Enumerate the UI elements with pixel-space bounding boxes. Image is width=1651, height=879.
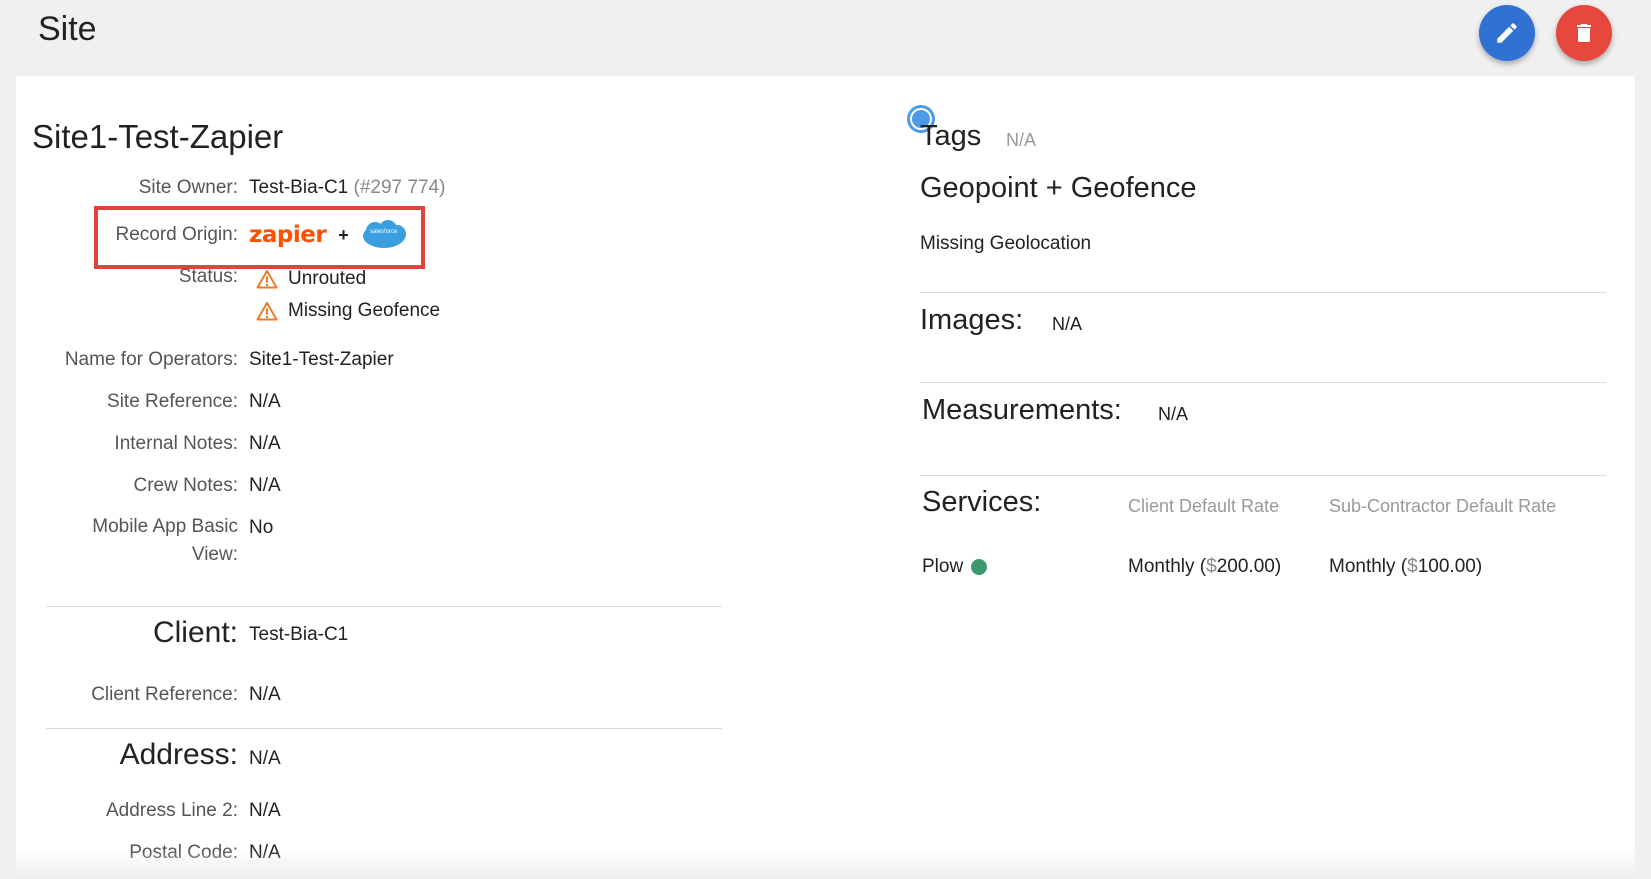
tags-label: Tags bbox=[920, 120, 982, 152]
site-details-card: Site1-Test-Zapier Site Owner: Test-Bia-C… bbox=[16, 76, 1635, 879]
warning-triangle-icon bbox=[256, 270, 278, 289]
divider bbox=[920, 292, 1606, 293]
site-reference-value: N/A bbox=[249, 391, 281, 412]
status-label: Status: bbox=[178, 266, 238, 287]
client-value[interactable]: Test-Bia-C1 bbox=[249, 624, 348, 646]
pencil-icon bbox=[1497, 23, 1517, 43]
mobile-basic-view-label: Mobile App Basic View: bbox=[92, 516, 238, 565]
service-client-rate: Monthly ($200.00) bbox=[1128, 556, 1282, 577]
warning-triangle-icon bbox=[256, 302, 278, 321]
measurements-value: N/A bbox=[1158, 404, 1189, 424]
crew-notes-value: N/A bbox=[249, 475, 281, 496]
top-bar: Site bbox=[0, 0, 1651, 76]
client-default-rate-header: Client Default Rate bbox=[1128, 496, 1280, 516]
salesforce-cloud-icon: salesforce bbox=[361, 219, 407, 251]
site-reference-label: Site Reference: bbox=[107, 391, 238, 412]
divider bbox=[46, 606, 722, 607]
origin-plus: + bbox=[338, 224, 349, 245]
divider bbox=[46, 728, 722, 729]
address-line2-value: N/A bbox=[249, 800, 281, 821]
crew-notes-label: Crew Notes: bbox=[133, 475, 238, 496]
site-owner-value[interactable]: Test-Bia-C1 bbox=[249, 177, 348, 198]
site-owner-id: (#297 774) bbox=[353, 177, 446, 198]
operators-name-label: Name for Operators: bbox=[64, 349, 238, 370]
service-active-indicator bbox=[971, 558, 988, 575]
trash-icon bbox=[1577, 24, 1591, 42]
record-origin-label: Record Origin: bbox=[115, 224, 239, 245]
edit-button[interactable] bbox=[1479, 5, 1535, 61]
geopoint-geofence-heading: Geopoint + Geofence bbox=[920, 172, 1197, 204]
site-name-heading: Site1-Test-Zapier bbox=[32, 118, 284, 155]
page-title: Site bbox=[38, 10, 97, 48]
internal-notes-value: N/A bbox=[249, 433, 281, 454]
delete-button[interactable] bbox=[1556, 5, 1612, 61]
bottom-fade bbox=[16, 850, 1635, 879]
subcontractor-default-rate-header: Sub-Contractor Default Rate bbox=[1329, 496, 1557, 516]
address-heading: Address: bbox=[119, 738, 238, 771]
client-reference-label: Client Reference: bbox=[91, 684, 238, 705]
zapier-logo: zapier bbox=[249, 222, 327, 248]
services-label: Services: bbox=[922, 486, 1042, 518]
address-value: N/A bbox=[249, 748, 281, 769]
site-owner-label: Site Owner: bbox=[138, 177, 238, 198]
client-heading: Client: bbox=[152, 616, 238, 649]
address-line2-label: Address Line 2: bbox=[105, 800, 238, 821]
status-missing-geofence: Missing Geofence bbox=[288, 300, 441, 321]
tags-value: N/A bbox=[1006, 130, 1037, 150]
divider bbox=[920, 475, 1606, 476]
service-name[interactable]: Plow bbox=[922, 556, 963, 577]
service-row-plow: Plow bbox=[922, 556, 988, 578]
images-value: N/A bbox=[1052, 314, 1083, 334]
missing-geolocation-text: Missing Geolocation bbox=[920, 233, 1092, 254]
status-unrouted: Unrouted bbox=[288, 268, 367, 289]
internal-notes-label: Internal Notes: bbox=[114, 433, 238, 454]
divider bbox=[920, 382, 1606, 383]
salesforce-logo-text: salesforce bbox=[370, 229, 398, 235]
service-subcontractor-rate: Monthly ($100.00) bbox=[1329, 556, 1483, 577]
measurements-label: Measurements: bbox=[922, 394, 1122, 426]
client-reference-value: N/A bbox=[249, 684, 281, 705]
operators-name-value: Site1-Test-Zapier bbox=[249, 349, 394, 370]
images-label: Images: bbox=[920, 304, 1024, 336]
mobile-basic-view-value: No bbox=[249, 517, 274, 538]
